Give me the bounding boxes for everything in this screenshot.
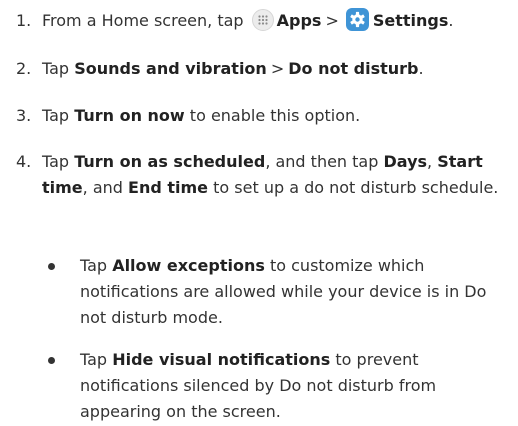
step-text-mid: , <box>427 152 433 171</box>
step-text-end: . <box>448 11 454 30</box>
settings-gear-icon <box>345 8 369 31</box>
chevron-separator: > <box>325 11 339 30</box>
step-number: 2. <box>16 59 32 78</box>
bullet-dot <box>48 357 55 364</box>
step-text-end: . <box>418 59 424 78</box>
step-text-mid: , and then tap <box>265 152 379 171</box>
apps-grid-icon <box>251 9 274 31</box>
bullet-text-pre: Tap <box>80 256 108 275</box>
step-text: Tap Turn on as scheduled, and then tap D… <box>42 149 512 201</box>
step-number: 3. <box>16 106 32 125</box>
hide-visual-notifications-label: Hide visual notifications <box>112 350 331 369</box>
sounds-and-vibration-label: Sounds and vibration <box>74 59 267 78</box>
bullet-text: Tap Hide visual notifications to prevent… <box>80 347 512 425</box>
days-label: Days <box>383 152 428 171</box>
step-text-pre: From a Home screen, tap <box>42 11 244 30</box>
step-text-pre: Tap <box>42 152 70 171</box>
do-not-disturb-label: Do not disturb <box>288 59 419 78</box>
allow-exceptions-label: Allow exceptions <box>112 256 265 275</box>
bullet-text: Tap Allow exceptions to customize which … <box>80 253 512 331</box>
step-text-mid: , and <box>82 178 123 197</box>
bullet-text-pre: Tap <box>80 350 108 369</box>
apps-label: Apps <box>276 11 322 30</box>
settings-label: Settings <box>372 11 449 30</box>
step-text: Tap Sounds and vibration > Do not disturb. <box>42 56 512 82</box>
step-text-pre: Tap <box>42 106 70 125</box>
step-text: From a Home screen, tap Apps > Settings. <box>42 8 512 34</box>
step-text-post: to enable this option. <box>189 106 361 125</box>
step-number: 4. <box>16 152 32 171</box>
end-time-label: End time <box>128 178 209 197</box>
turn-on-now-label: Turn on now <box>74 106 185 125</box>
step-text-pre: Tap <box>42 59 70 78</box>
step-text: Tap Turn on now to enable this option. <box>42 103 512 129</box>
chevron-separator: > <box>270 59 285 78</box>
step-number: 1. <box>16 11 32 30</box>
step-text-post: to set up a do not disturb schedule. <box>213 178 499 197</box>
bullet-dot <box>48 263 55 270</box>
turn-on-as-scheduled-label: Turn on as scheduled <box>74 152 266 171</box>
